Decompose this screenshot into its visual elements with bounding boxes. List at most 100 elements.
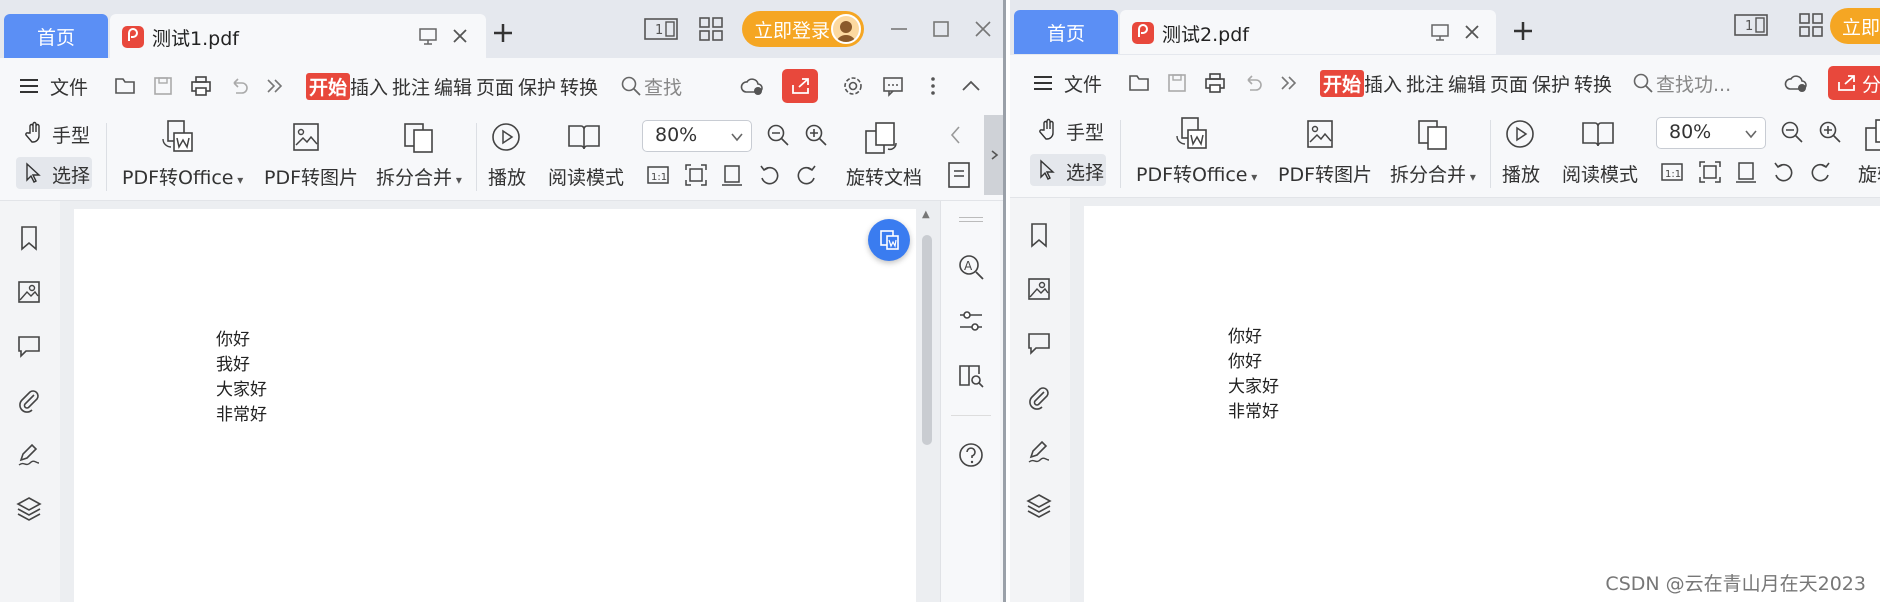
save-icon[interactable] — [1166, 72, 1188, 94]
split-merge-button[interactable]: 拆分合并 ▾ — [376, 163, 462, 190]
menu-file[interactable]: 文件 — [1064, 70, 1102, 97]
split-merge-button[interactable]: 拆分合并 ▾ — [1390, 160, 1476, 187]
read-doc-icon[interactable] — [957, 361, 985, 389]
fit-page-icon[interactable] — [684, 163, 708, 187]
close-window-icon[interactable] — [970, 16, 996, 42]
zoom-select[interactable]: 80% — [1656, 117, 1766, 149]
comment-bubble-icon[interactable] — [1026, 330, 1052, 356]
save-icon[interactable] — [152, 75, 174, 97]
text-search-icon[interactable]: A — [957, 253, 985, 281]
search-input[interactable]: 查找 — [644, 73, 682, 100]
tab-home[interactable]: 首页 — [4, 14, 108, 58]
page-layout-icon[interactable]: 1 — [1734, 12, 1768, 38]
file-icon[interactable] — [1032, 72, 1054, 94]
comment-icon[interactable] — [882, 75, 904, 97]
login-button[interactable]: 立即登录 — [742, 11, 864, 47]
rotate-document-button[interactable]: 旋转文档 — [846, 163, 922, 190]
menu-file[interactable]: 文件 — [50, 73, 88, 100]
pdf-to-image-button[interactable]: PDF转图片 — [264, 163, 358, 190]
open-icon[interactable] — [114, 75, 136, 97]
vertical-scrollbar[interactable]: ▲ — [916, 207, 938, 602]
kebab-icon[interactable] — [922, 75, 944, 97]
zoom-in-icon[interactable] — [804, 123, 828, 147]
pdf-to-image-button[interactable]: PDF转图片 — [1278, 160, 1372, 187]
menu-edit[interactable]: 编辑 — [1448, 70, 1486, 97]
attachment-icon[interactable] — [16, 387, 42, 413]
hand-tool[interactable]: 手型 — [52, 121, 90, 148]
collapse-icon[interactable] — [960, 75, 982, 97]
share-button[interactable] — [782, 69, 818, 103]
screen-icon[interactable] — [1430, 22, 1450, 42]
maximize-icon[interactable] — [928, 16, 954, 42]
menu-insert[interactable]: 插入 — [1364, 70, 1402, 97]
grid-icon[interactable] — [698, 16, 724, 42]
search-input[interactable]: 查找功... — [1656, 70, 1731, 97]
undo-icon[interactable] — [1242, 72, 1264, 94]
document-icon[interactable] — [946, 161, 970, 188]
reading-mode-button[interactable]: 阅读模式 — [1562, 160, 1638, 187]
rotate-left-icon[interactable] — [1772, 160, 1796, 184]
menu-page[interactable]: 页面 — [1490, 70, 1528, 97]
print-icon[interactable] — [1204, 72, 1226, 94]
print-icon[interactable] — [190, 75, 212, 97]
menu-convert[interactable]: 转换 — [1574, 70, 1612, 97]
share-button[interactable]: 分 — [1828, 66, 1880, 100]
cloud-icon[interactable] — [1784, 72, 1810, 94]
hand-tool[interactable]: 手型 — [1066, 118, 1104, 145]
tab-home[interactable]: 首页 — [1014, 10, 1118, 54]
new-tab-icon[interactable] — [1512, 20, 1534, 42]
pdf-to-office-button[interactable]: PDF转Office ▾ — [1136, 160, 1257, 187]
menu-insert[interactable]: 插入 — [350, 73, 388, 100]
minimize-icon[interactable] — [886, 16, 912, 42]
menu-edit[interactable]: 编辑 — [434, 73, 472, 100]
zoom-out-icon[interactable] — [1780, 120, 1804, 144]
rotate-document-button[interactable]: 旋转 — [1858, 160, 1880, 187]
fit-width-icon[interactable] — [1734, 160, 1758, 184]
play-button[interactable]: 播放 — [488, 163, 526, 190]
select-tool[interactable]: 选择 — [1066, 158, 1104, 185]
menu-start[interactable]: 开始 — [306, 73, 351, 100]
bookmark-icon[interactable] — [1026, 222, 1052, 248]
image-icon[interactable] — [1026, 276, 1052, 302]
menu-annotate[interactable]: 批注 — [1406, 70, 1444, 97]
pdf-to-office-button[interactable]: PDF转Office ▾ — [122, 163, 243, 190]
grid-icon[interactable] — [1798, 12, 1824, 38]
cloud-icon[interactable] — [740, 75, 766, 97]
chevron-left-icon[interactable] — [944, 123, 968, 147]
adjust-icon[interactable] — [957, 307, 985, 335]
convert-float-button[interactable] — [868, 219, 910, 261]
new-tab-icon[interactable] — [492, 22, 514, 44]
attachment-icon[interactable] — [1026, 384, 1052, 410]
menu-protect[interactable]: 保护 — [1532, 70, 1570, 97]
fit-width-icon[interactable] — [720, 163, 744, 187]
zoom-in-icon[interactable] — [1818, 120, 1842, 144]
login-button[interactable]: 立即登 — [1830, 8, 1880, 44]
open-icon[interactable] — [1128, 72, 1150, 94]
page-layout-icon[interactable]: 1 — [644, 16, 678, 42]
more-icon[interactable] — [1278, 72, 1300, 94]
ribbon-scroll-button[interactable] — [984, 115, 1003, 195]
undo-icon[interactable] — [228, 75, 250, 97]
tab-document[interactable]: 测试2.pdf — [1120, 10, 1496, 54]
bookmark-icon[interactable] — [16, 225, 42, 251]
reading-mode-button[interactable]: 阅读模式 — [548, 163, 624, 190]
file-icon[interactable] — [18, 75, 40, 97]
rotate-right-icon[interactable] — [1808, 160, 1832, 184]
actual-size-icon[interactable]: 1:1 — [1660, 160, 1684, 184]
play-button[interactable]: 播放 — [1502, 160, 1540, 187]
rotate-left-icon[interactable] — [758, 163, 782, 187]
settings-icon[interactable] — [842, 75, 864, 97]
scrollbar-thumb[interactable] — [922, 235, 932, 445]
comment-bubble-icon[interactable] — [16, 333, 42, 359]
actual-size-icon[interactable]: 1:1 — [646, 163, 670, 187]
more-icon[interactable] — [264, 75, 286, 97]
tab-document[interactable]: 测试1.pdf — [110, 14, 486, 58]
signature-icon[interactable] — [1026, 438, 1052, 464]
close-tab-icon[interactable] — [450, 26, 470, 46]
help-icon[interactable] — [957, 441, 985, 469]
signature-icon[interactable] — [16, 441, 42, 467]
zoom-select[interactable]: 80% — [642, 120, 752, 152]
scroll-up-icon[interactable]: ▲ — [922, 209, 930, 220]
rotate-right-icon[interactable] — [794, 163, 818, 187]
menu-page[interactable]: 页面 — [476, 73, 514, 100]
